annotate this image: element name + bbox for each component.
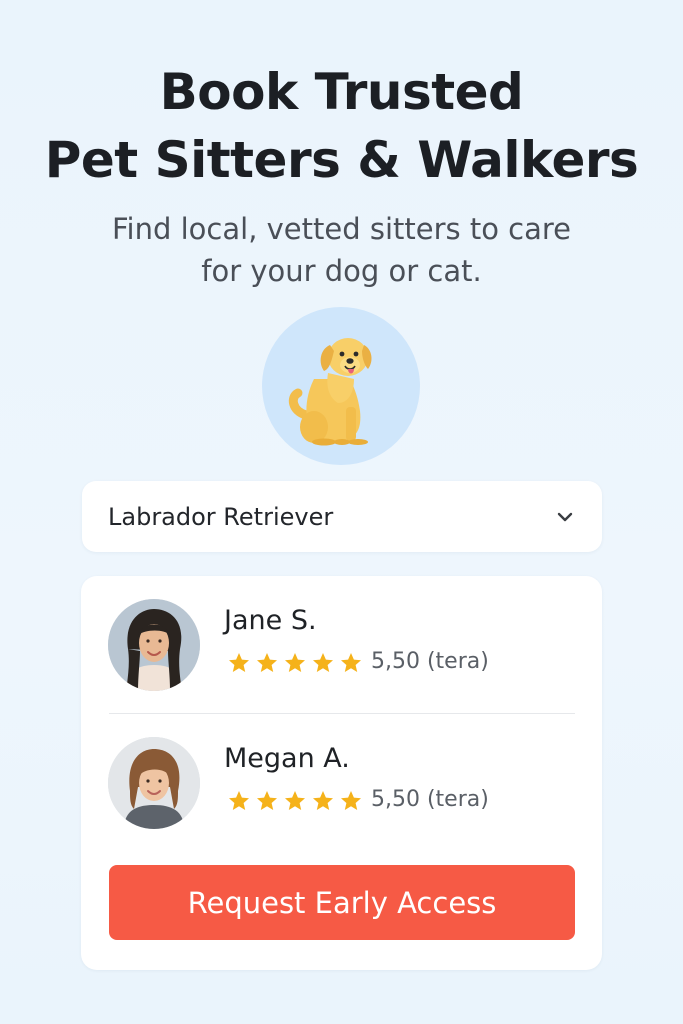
rating-text: 5,50 (tera) [371,787,489,812]
title-line-2: Pet Sitters & Walkers [44,131,639,189]
avatar [108,599,200,691]
star-icon [313,653,333,672]
divider [109,713,575,714]
star-icon [229,653,249,672]
page-subtitle: Find local, vetted sitters to care for y… [0,208,683,292]
breed-select-value: Labrador Retriever [108,502,334,531]
rating-text: 5,50 (tera) [371,649,489,674]
list-item[interactable]: Jane S. 5,50 (tera) [81,599,602,699]
sitter-name: Megan A. [224,743,350,774]
request-early-access-button[interactable]: Request Early Access [109,865,575,940]
star-icon [229,791,249,810]
star-icon [313,791,333,810]
list-item[interactable]: Megan A. 5,50 (tera) [81,737,602,837]
dog-illustration-icon [288,338,372,446]
star-rating [226,651,364,675]
star-icon [341,653,361,672]
star-icon [285,653,305,672]
landing-page: Book Trusted Pet Sitters & Walkers Find … [0,0,683,1024]
page-title: Book Trusted Pet Sitters & Walkers [0,58,683,194]
hero-circle [262,307,420,465]
sitter-name: Jane S. [224,605,317,636]
star-rating [226,789,364,813]
star-icon [257,791,277,810]
avatar [108,737,200,829]
chevron-down-icon [557,512,573,521]
sitters-card: Jane S. 5,50 (tera) Megan A. 5,50 (tera)… [81,576,602,970]
breed-select[interactable]: Labrador Retriever [82,481,602,552]
title-line-1: Book Trusted [159,63,524,121]
subtitle-line-1: Find local, vetted sitters to care [111,212,572,246]
star-icon [341,791,361,810]
star-icon [285,791,305,810]
star-icon [257,653,277,672]
subtitle-line-2: for your dog or cat. [201,254,482,288]
